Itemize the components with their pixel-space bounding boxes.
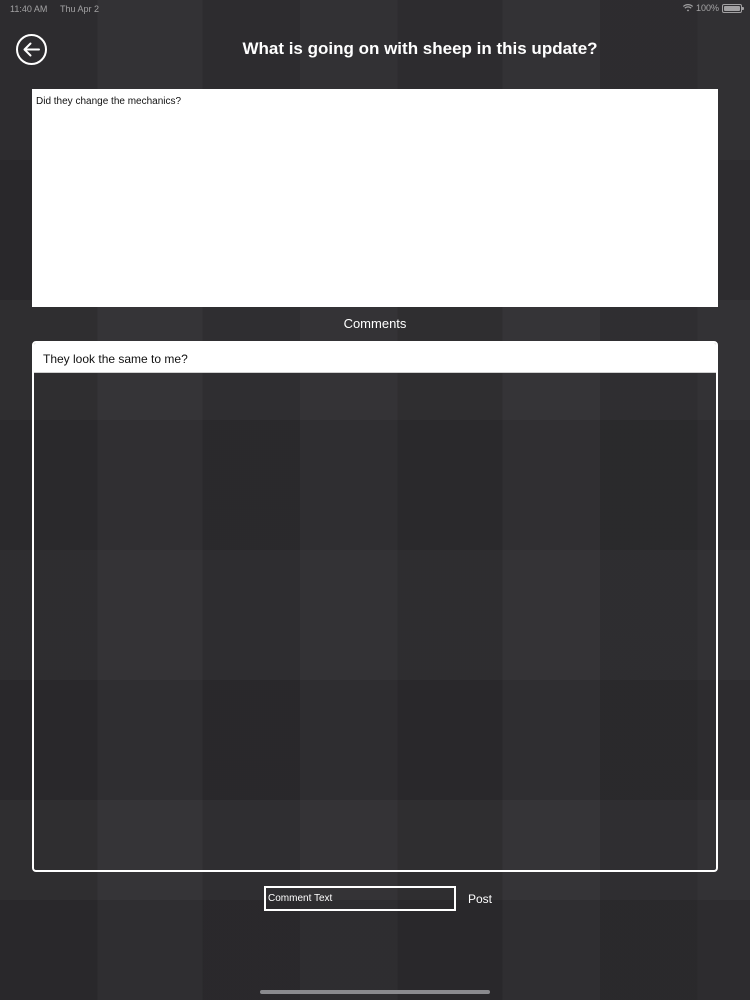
post-button[interactable]: Post <box>468 892 492 906</box>
home-indicator <box>260 990 490 994</box>
battery-percent: 100% <box>695 3 719 13</box>
status-bar: 11:40 AM Thu Apr 2 100% <box>0 0 750 18</box>
comments-label: Comments <box>343 316 407 331</box>
arrow-left-icon <box>23 42 40 57</box>
comments-list[interactable]: They look the same to me? <box>32 341 718 872</box>
status-date: Thu Apr 2 <box>60 4 100 14</box>
battery-icon <box>722 3 744 13</box>
status-time: 11:40 AM <box>10 4 48 14</box>
page-title: What is going on with sheep in this upda… <box>242 39 598 58</box>
post-body: Did they change the mechanics? <box>32 89 718 307</box>
comment-item[interactable]: They look the same to me? <box>34 343 716 373</box>
status-indicators: 100% <box>682 3 744 13</box>
back-button[interactable] <box>16 34 47 65</box>
comment-text-input[interactable] <box>264 886 456 911</box>
wifi-icon <box>682 4 693 12</box>
